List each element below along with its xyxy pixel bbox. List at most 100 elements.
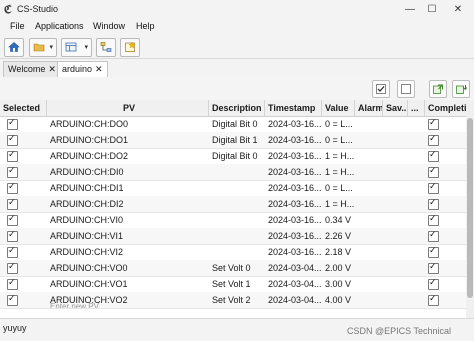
pv-description: Digital Bit 1 <box>212 135 258 145</box>
pv-description <box>209 180 265 196</box>
vertical-scrollbar[interactable] <box>466 100 474 318</box>
menu-applications[interactable]: Applications <box>35 21 84 31</box>
selected-checkbox[interactable] <box>7 213 18 226</box>
completion-checkbox[interactable] <box>428 165 439 178</box>
table-row[interactable]: ARDUINO:CH:DI1 2024-03-16...0 = L... <box>0 180 466 197</box>
open-file-button[interactable]: ▾ <box>29 38 57 57</box>
completion-checkbox[interactable] <box>428 277 439 290</box>
column-header-value[interactable]: Value <box>322 100 355 116</box>
selected-checkbox[interactable] <box>7 133 18 146</box>
column-header-timestamp[interactable]: Timestamp <box>265 100 322 116</box>
pv-name: ARDUINO:CH:VO0 <box>50 263 128 273</box>
status-bar: yuyuy CSDN @EPICS Technical <box>0 318 474 341</box>
new-window-button[interactable] <box>120 38 140 57</box>
pv-timestamp: 2024-03-16... <box>268 167 322 177</box>
selected-checkbox[interactable] <box>7 229 18 242</box>
check-all-icon <box>376 84 386 94</box>
pv-name: ARDUINO:CH:VI1 <box>50 231 124 241</box>
selected-checkbox[interactable] <box>7 149 18 162</box>
column-header-alarm[interactable]: Alarm <box>355 100 383 116</box>
completion-checkbox[interactable] <box>428 181 439 194</box>
folder-icon <box>33 43 45 52</box>
menu-window[interactable]: Window <box>93 21 125 31</box>
menu-file[interactable]: File <box>10 21 25 31</box>
table-row[interactable]: ARDUINO:CH:DI0 2024-03-16...1 = H... <box>0 164 466 181</box>
table-row[interactable]: ARDUINO:CH:DO0 Digital Bit 0 2024-03-16...… <box>0 116 466 133</box>
completion-checkbox[interactable] <box>428 149 439 162</box>
selected-checkbox[interactable] <box>7 181 18 194</box>
home-button[interactable] <box>4 38 24 57</box>
column-header-saved[interactable]: Sav... <box>383 100 408 116</box>
column-header-more[interactable]: ... <box>408 100 425 116</box>
uncheck-all-icon <box>401 84 411 94</box>
close-icon[interactable]: ✕ <box>95 64 103 74</box>
tab-label: Welcome <box>8 64 46 74</box>
pv-timestamp: 2024-03-16... <box>268 199 322 209</box>
completion-checkbox[interactable] <box>428 261 439 274</box>
pv-name: ARDUINO:CH:DI0 <box>50 167 124 177</box>
pv-description <box>209 196 265 212</box>
pv-value: 1 = H... <box>325 151 355 161</box>
pv-value: 2.26 V <box>325 231 352 241</box>
pv-value: 0.34 V <box>325 215 352 225</box>
selected-checkbox[interactable] <box>7 117 18 130</box>
home-icon <box>8 42 20 52</box>
table-row[interactable]: ARDUINO:CH:VO1 Set Volt 1 2024-03-04...3.0… <box>0 276 466 293</box>
select-all-button[interactable] <box>372 80 390 98</box>
completion-checkbox[interactable] <box>428 133 439 146</box>
new-pv-input[interactable]: Enter new PV <box>50 302 99 308</box>
pv-name: ARDUINO:CH:VI0 <box>50 215 124 225</box>
completion-checkbox[interactable] <box>428 213 439 226</box>
minimize-button[interactable]: — <box>398 2 422 17</box>
pv-timestamp: 2024-03-16... <box>268 119 322 129</box>
table-row[interactable]: ARDUINO:CH:DI2 2024-03-16...1 = H... <box>0 196 466 213</box>
column-header-selected[interactable]: Selected <box>0 100 47 116</box>
save-snapshot-button[interactable] <box>452 80 470 98</box>
pv-value: 2.18 V <box>325 247 352 257</box>
selected-checkbox[interactable] <box>7 261 18 274</box>
tab-welcome[interactable]: Welcome ✕ <box>3 61 61 77</box>
new-pv-row[interactable]: Enter new PV <box>0 302 466 314</box>
completion-checkbox[interactable] <box>428 245 439 258</box>
scroll-thumb[interactable] <box>467 118 473 298</box>
maximize-button[interactable]: ☐ <box>420 2 444 17</box>
deselect-all-button[interactable] <box>397 80 415 98</box>
selected-checkbox[interactable] <box>7 197 18 210</box>
layout-button[interactable]: ▾ <box>61 38 92 57</box>
close-icon[interactable]: ✕ <box>48 64 56 74</box>
restore-button[interactable] <box>429 80 447 98</box>
column-header-description[interactable]: Description <box>209 100 265 116</box>
table-row[interactable]: ARDUINO:CH:VI2 2024-03-16...2.18 V <box>0 244 466 261</box>
completion-checkbox[interactable] <box>428 117 439 130</box>
menu-help[interactable]: Help <box>136 21 155 31</box>
connections-button[interactable] <box>96 38 116 57</box>
selected-checkbox[interactable] <box>7 277 18 290</box>
pv-name: ARDUINO:CH:DO0 <box>50 119 129 129</box>
table-header: Selected PV Description Timestamp Value … <box>0 100 474 117</box>
view-toolbar <box>0 77 474 101</box>
pv-description: Set Volt 1 <box>212 279 251 289</box>
completion-checkbox[interactable] <box>428 197 439 210</box>
table-row[interactable]: ARDUINO:CH:VI0 2024-03-16...0.34 V <box>0 212 466 229</box>
selected-checkbox[interactable] <box>7 165 18 178</box>
table-row[interactable]: ARDUINO:CH:VO0 Set Volt 0 2024-03-04...2.0… <box>0 260 466 277</box>
tab-arduino[interactable]: arduino ✕ <box>57 61 108 78</box>
save-icon <box>456 85 467 94</box>
table-row[interactable]: ARDUINO:CH:DO2 Digital Bit 0 2024-03-16...… <box>0 148 466 165</box>
completion-checkbox[interactable] <box>428 229 439 242</box>
table-row[interactable]: ARDUINO:CH:DO1 Digital Bit 1 2024-03-16...… <box>0 132 466 149</box>
app-logo-icon: ℭ <box>4 4 12 16</box>
close-window-button[interactable]: ✕ <box>446 2 470 17</box>
table-row[interactable]: ARDUINO:CH:VI1 2024-03-16...2.26 V <box>0 228 466 245</box>
status-text: yuyuy <box>3 323 27 333</box>
new-window-icon <box>125 41 136 52</box>
pv-name: ARDUINO:CH:VI2 <box>50 247 124 257</box>
layout-icon <box>65 42 77 52</box>
pv-value: 0 = L... <box>325 183 353 193</box>
selected-checkbox[interactable] <box>7 245 18 258</box>
pv-description: Set Volt 0 <box>212 263 251 273</box>
connect-icon <box>100 42 112 52</box>
column-header-pv[interactable]: PV <box>47 100 209 116</box>
restore-icon <box>433 84 443 94</box>
pv-name: ARDUINO:CH:VO1 <box>50 279 128 289</box>
